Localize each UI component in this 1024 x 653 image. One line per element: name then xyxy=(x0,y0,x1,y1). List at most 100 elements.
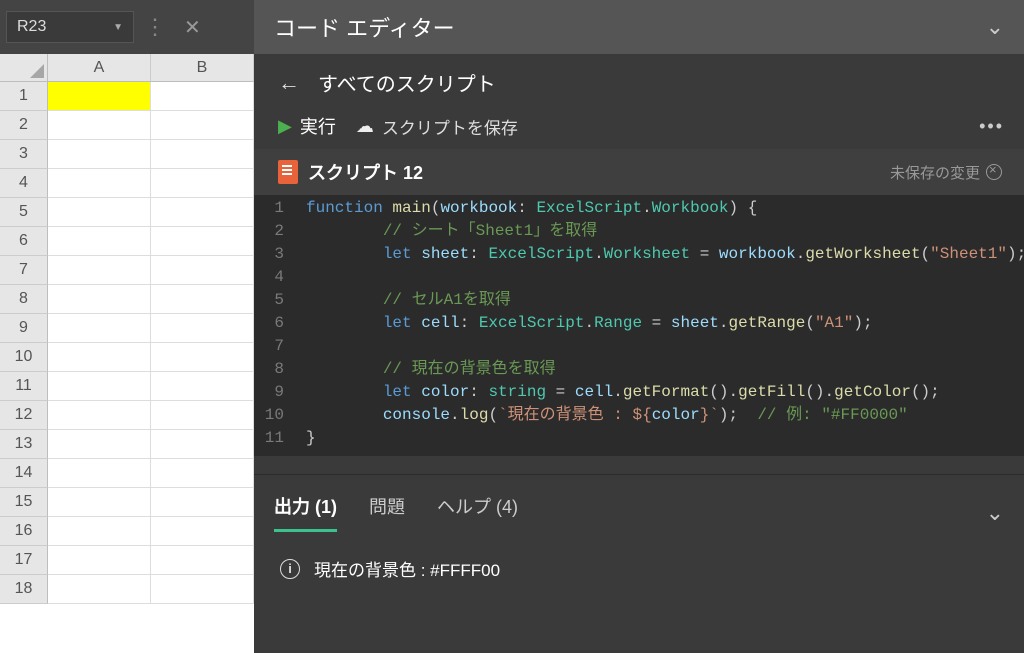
cell[interactable] xyxy=(48,430,151,459)
cell[interactable] xyxy=(151,111,254,140)
row-header[interactable]: 13 xyxy=(0,430,48,459)
cell[interactable] xyxy=(151,343,254,372)
cell[interactable] xyxy=(151,517,254,546)
code-line[interactable]: function main(workbook: ExcelScript.Work… xyxy=(298,197,757,220)
line-number: 11 xyxy=(254,427,298,450)
chevron-down-icon[interactable]: ⌄ xyxy=(986,500,1004,526)
cell[interactable] xyxy=(48,111,151,140)
cell[interactable] xyxy=(48,227,151,256)
cell[interactable] xyxy=(151,430,254,459)
column-header[interactable]: A xyxy=(48,54,151,82)
tab-problems[interactable]: 問題 xyxy=(369,493,405,532)
discard-icon[interactable] xyxy=(986,164,1002,180)
cell[interactable] xyxy=(48,169,151,198)
cell[interactable] xyxy=(48,488,151,517)
script-name[interactable]: スクリプト 12 xyxy=(308,159,423,185)
tab-help[interactable]: ヘルプ (4) xyxy=(437,493,518,532)
row-header[interactable]: 4 xyxy=(0,169,48,198)
select-all-corner[interactable] xyxy=(0,54,48,82)
formula-bar-area: R23 ▼ ⋮ ✕ xyxy=(0,0,254,54)
row-header[interactable]: 8 xyxy=(0,285,48,314)
row-header[interactable]: 14 xyxy=(0,459,48,488)
code-line[interactable]: } xyxy=(298,427,316,450)
column-header[interactable]: B xyxy=(151,54,254,82)
name-box[interactable]: R23 ▼ xyxy=(6,11,134,43)
row-header[interactable]: 12 xyxy=(0,401,48,430)
row-header[interactable]: 10 xyxy=(0,343,48,372)
row-header[interactable]: 5 xyxy=(0,198,48,227)
cell[interactable] xyxy=(151,227,254,256)
cell[interactable] xyxy=(48,314,151,343)
cell[interactable] xyxy=(151,575,254,604)
cell[interactable] xyxy=(48,198,151,227)
chevron-down-icon[interactable]: ▼ xyxy=(113,22,123,33)
line-number: 10 xyxy=(254,404,298,427)
cell[interactable] xyxy=(151,285,254,314)
cell[interactable] xyxy=(48,140,151,169)
script-file-icon xyxy=(278,160,298,184)
cell[interactable] xyxy=(151,256,254,285)
unsaved-label: 未保存の変更 xyxy=(890,162,980,183)
row-header[interactable]: 15 xyxy=(0,488,48,517)
cell[interactable] xyxy=(151,198,254,227)
run-button[interactable]: ▶ 実行 xyxy=(278,113,336,139)
run-label: 実行 xyxy=(300,113,336,139)
more-options-icon[interactable]: ••• xyxy=(979,116,1004,137)
cell[interactable] xyxy=(48,285,151,314)
output-panel: 出力 (1) 問題 ヘルプ (4) ⌄ i 現在の背景色 : #FFFF00 xyxy=(254,474,1024,605)
row-header[interactable]: 1 xyxy=(0,82,48,111)
tab-output[interactable]: 出力 (1) xyxy=(274,493,337,532)
row-header[interactable]: 18 xyxy=(0,575,48,604)
cell[interactable] xyxy=(48,575,151,604)
line-number: 1 xyxy=(254,197,298,220)
cell[interactable] xyxy=(151,140,254,169)
cell[interactable] xyxy=(48,517,151,546)
spreadsheet-panel: AB 123456789101112131415161718 xyxy=(0,54,254,653)
cell[interactable] xyxy=(151,82,254,111)
play-icon: ▶ xyxy=(278,116,292,137)
code-line[interactable]: // セルA1を取得 xyxy=(298,289,511,312)
code-line[interactable]: let sheet: ExcelScript.Worksheet = workb… xyxy=(298,243,1024,266)
formula-divider-icon: ⋮ xyxy=(144,14,166,40)
cell[interactable] xyxy=(48,372,151,401)
line-number: 4 xyxy=(254,266,298,289)
cell[interactable] xyxy=(48,546,151,575)
cell[interactable] xyxy=(151,169,254,198)
code-line[interactable] xyxy=(298,335,383,358)
cell[interactable] xyxy=(48,343,151,372)
code-line[interactable]: // 現在の背景色を取得 xyxy=(298,358,556,381)
line-number: 3 xyxy=(254,243,298,266)
cell[interactable] xyxy=(151,401,254,430)
row-header[interactable]: 17 xyxy=(0,546,48,575)
code-line[interactable]: let cell: ExcelScript.Range = sheet.getR… xyxy=(298,312,873,335)
code-line[interactable]: console.log(`現在の背景色 : ${color}`); // 例: … xyxy=(298,404,908,427)
save-label: スクリプトを保存 xyxy=(382,114,518,139)
row-header[interactable]: 2 xyxy=(0,111,48,140)
cell[interactable] xyxy=(48,256,151,285)
cancel-icon[interactable]: ✕ xyxy=(176,15,209,40)
code-line[interactable] xyxy=(298,266,383,289)
row-header[interactable]: 16 xyxy=(0,517,48,546)
cell[interactable] xyxy=(48,401,151,430)
info-icon: i xyxy=(280,559,300,579)
cell[interactable] xyxy=(151,546,254,575)
row-header[interactable]: 7 xyxy=(0,256,48,285)
cell[interactable] xyxy=(48,459,151,488)
cell[interactable] xyxy=(48,82,151,111)
row-header[interactable]: 3 xyxy=(0,140,48,169)
code-line[interactable]: let color: string = cell.getFormat().get… xyxy=(298,381,940,404)
editor-titlebar: コード エディター ⌄ xyxy=(254,0,1024,54)
back-arrow-icon[interactable]: ← xyxy=(278,70,300,96)
row-header[interactable]: 9 xyxy=(0,314,48,343)
cell[interactable] xyxy=(151,314,254,343)
row-header[interactable]: 6 xyxy=(0,227,48,256)
cell[interactable] xyxy=(151,459,254,488)
cell[interactable] xyxy=(151,372,254,401)
chevron-down-icon[interactable]: ⌄ xyxy=(986,14,1004,40)
code-line[interactable]: // シート「Sheet1」を取得 xyxy=(298,220,597,243)
all-scripts-label[interactable]: すべてのスクリプト xyxy=(318,68,496,97)
code-editor[interactable]: 1function main(workbook: ExcelScript.Wor… xyxy=(254,195,1024,456)
cell[interactable] xyxy=(151,488,254,517)
row-header[interactable]: 11 xyxy=(0,372,48,401)
save-script-button[interactable]: ☁ スクリプトを保存 xyxy=(356,114,518,139)
